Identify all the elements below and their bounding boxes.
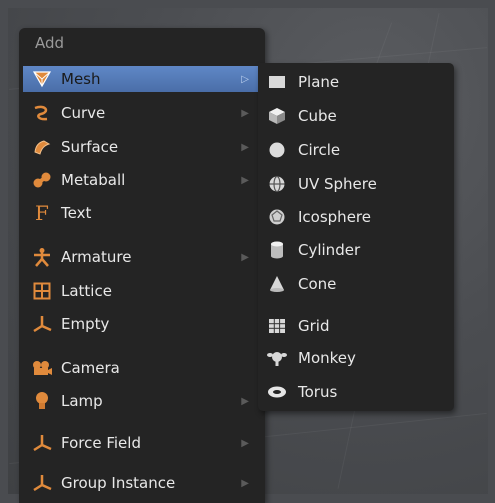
menu-item-label: Group Instance (61, 474, 176, 492)
armature-icon (27, 247, 57, 267)
submenu-item-label: Circle (298, 141, 341, 159)
grid-icon (264, 318, 290, 334)
menu-item-label: Text (61, 204, 92, 222)
force-field-icon (27, 434, 57, 452)
submenu-arrow-icon: ▶ (241, 141, 249, 153)
text-icon: F (35, 201, 49, 225)
group-instance-icon (27, 474, 57, 492)
curve-icon (27, 104, 57, 122)
submenu-item-cone[interactable]: Cone (264, 271, 448, 297)
submenu-item-circle[interactable]: Circle (264, 137, 448, 163)
uv-sphere-icon (264, 175, 290, 193)
submenu-item-label: Grid (298, 317, 330, 335)
lattice-icon (27, 282, 57, 300)
submenu-arrow-icon: ▶ (241, 437, 249, 449)
menu-item-label: Mesh (61, 70, 101, 88)
submenu-item-label: Plane (298, 73, 340, 91)
menu-item-label: Camera (61, 359, 120, 377)
camera-icon (27, 359, 57, 377)
menu-item-empty[interactable]: Empty (23, 311, 261, 337)
submenu-item-grid[interactable]: Grid (264, 313, 448, 339)
submenu-arrow-icon: ▶ (241, 107, 249, 119)
submenu-item-uv-sphere[interactable]: UV Sphere (264, 171, 448, 197)
submenu-item-label: Cone (298, 275, 337, 293)
mesh-submenu: Plane Cube Circle UV Sphere Icosphere Cy… (258, 63, 454, 411)
submenu-item-label: Cube (298, 107, 337, 125)
lamp-icon (27, 391, 57, 411)
cube-icon (264, 107, 290, 125)
menu-item-curve[interactable]: Curve ▶ (23, 100, 261, 126)
submenu-item-label: UV Sphere (298, 175, 377, 193)
menu-item-force-field[interactable]: Force Field ▶ (23, 430, 261, 456)
menu-item-camera[interactable]: Camera (23, 355, 261, 381)
menu-title: Add (35, 34, 65, 52)
submenu-item-label: Monkey (298, 349, 356, 367)
submenu-arrow-icon: ▶ (241, 174, 249, 186)
menu-item-metaball[interactable]: Metaball ▶ (23, 167, 261, 193)
mesh-icon (27, 70, 57, 88)
surface-icon (27, 138, 57, 156)
monkey-icon (264, 349, 290, 367)
menu-item-lamp[interactable]: Lamp ▶ (23, 388, 261, 414)
metaball-icon (27, 171, 57, 189)
icosphere-icon (264, 208, 290, 226)
submenu-item-label: Torus (298, 383, 338, 401)
add-menu: Add Mesh ▷ Curve ▶ Surface ▶ Metaball ▶ … (19, 28, 265, 503)
submenu-item-label: Cylinder (298, 241, 361, 259)
submenu-item-label: Icosphere (298, 208, 371, 226)
menu-item-label: Force Field (61, 434, 141, 452)
cylinder-icon (264, 240, 290, 260)
submenu-arrow-icon: ▶ (241, 395, 249, 407)
menu-item-label: Lamp (61, 392, 103, 410)
circle-icon (264, 141, 290, 159)
menu-item-group-instance[interactable]: Group Instance ▶ (23, 470, 261, 496)
submenu-item-cube[interactable]: Cube (264, 103, 448, 129)
submenu-arrow-icon: ▷ (241, 73, 249, 85)
plane-icon (264, 74, 290, 90)
menu-item-label: Curve (61, 104, 106, 122)
menu-item-mesh[interactable]: Mesh ▷ (23, 66, 261, 92)
submenu-item-icosphere[interactable]: Icosphere (264, 204, 448, 230)
submenu-arrow-icon: ▶ (241, 251, 249, 263)
submenu-item-cylinder[interactable]: Cylinder (264, 237, 448, 263)
menu-item-label: Metaball (61, 171, 126, 189)
menu-item-label: Empty (61, 315, 110, 333)
menu-item-text[interactable]: F Text (23, 200, 261, 226)
cone-icon (264, 275, 290, 293)
menu-item-label: Surface (61, 138, 119, 156)
menu-item-label: Lattice (61, 282, 112, 300)
menu-item-armature[interactable]: Armature ▶ (23, 244, 261, 270)
menu-item-label: Armature (61, 248, 132, 266)
torus-icon (264, 385, 290, 399)
submenu-item-torus[interactable]: Torus (264, 379, 448, 405)
empty-icon (27, 315, 57, 333)
submenu-item-plane[interactable]: Plane (264, 69, 448, 95)
submenu-arrow-icon: ▶ (241, 477, 249, 489)
menu-item-lattice[interactable]: Lattice (23, 278, 261, 304)
menu-item-surface[interactable]: Surface ▶ (23, 134, 261, 160)
submenu-item-monkey[interactable]: Monkey (264, 345, 448, 371)
